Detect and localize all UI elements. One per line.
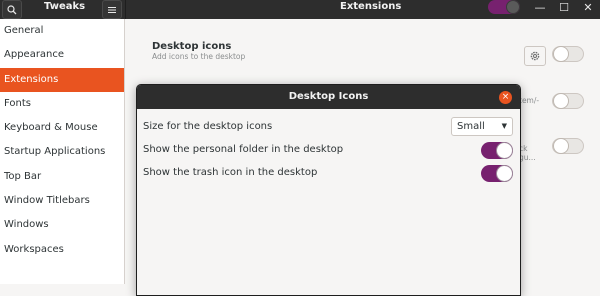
menu-button[interactable] — [102, 0, 122, 19]
sidebar-item-extensions[interactable]: Extensions — [0, 67, 124, 92]
switch-knob — [553, 46, 569, 62]
switch-knob — [553, 93, 569, 109]
sidebar-item-fonts[interactable]: Fonts — [0, 92, 124, 116]
icon-size-dropdown[interactable]: Small ▼ — [451, 117, 513, 136]
desktop-icons-dialog: Desktop Icons × Size for the desktop ico… — [136, 84, 521, 296]
icon-size-value: Small — [457, 121, 485, 132]
extension-toggle-2[interactable] — [552, 93, 584, 109]
maximize-button[interactable]: ☐ — [557, 1, 571, 15]
extension-toggle-3[interactable] — [552, 138, 584, 154]
minimize-button[interactable]: — — [533, 1, 547, 15]
search-button[interactable] — [2, 0, 22, 19]
close-button[interactable]: ✕ — [581, 1, 595, 15]
personal-folder-label: Show the personal folder in the desktop — [143, 144, 344, 155]
gear-icon — [530, 51, 540, 61]
dropdown-arrow-icon: ▼ — [501, 122, 507, 130]
sidebar-item-appearance[interactable]: Appearance — [0, 43, 124, 67]
switch-knob — [496, 165, 513, 182]
trash-icon-toggle[interactable] — [481, 165, 513, 182]
sidebar-item-startup-applications[interactable]: Startup Applications — [0, 140, 124, 164]
close-icon: × — [501, 92, 510, 102]
page-title: Extensions — [340, 1, 402, 12]
sidebar-item-keyboard-mouse[interactable]: Keyboard & Mouse — [0, 116, 124, 140]
trash-icon-label: Show the trash icon in the desktop — [143, 167, 318, 178]
sidebar-item-general[interactable]: General — [0, 19, 124, 43]
search-icon — [7, 4, 17, 14]
sidebar-item-windows[interactable]: Windows — [0, 213, 124, 237]
extension-partial-text: gu... — [519, 153, 536, 162]
header-separator — [125, 0, 126, 19]
switch-knob — [506, 0, 520, 14]
icon-size-label: Size for the desktop icons — [143, 121, 273, 132]
dialog-close-button[interactable]: × — [499, 91, 512, 104]
personal-folder-toggle[interactable] — [481, 142, 513, 159]
extension-settings-button[interactable] — [524, 46, 546, 66]
sidebar-item-top-bar[interactable]: Top Bar — [0, 165, 124, 189]
dialog-title: Desktop Icons — [288, 91, 369, 102]
extensions-global-switch[interactable] — [488, 0, 520, 14]
sidebar: General Appearance Extensions Fonts Keyb… — [0, 19, 125, 284]
sidebar-item-workspaces[interactable]: Workspaces — [0, 238, 124, 262]
switch-knob — [496, 142, 513, 159]
header-bar: Tweaks Extensions — ☐ ✕ — [0, 0, 600, 19]
hamburger-menu-icon — [108, 6, 116, 13]
dialog-header: Desktop Icons × — [137, 85, 520, 109]
app-title: Tweaks — [44, 1, 86, 12]
extension-description: Add icons to the desktop — [152, 52, 246, 61]
extension-partial-text: tem/- — [519, 96, 540, 105]
extension-toggle[interactable] — [552, 46, 584, 62]
extension-title: Desktop icons — [152, 41, 232, 52]
sidebar-item-window-titlebars[interactable]: Window Titlebars — [0, 189, 124, 213]
switch-knob — [553, 138, 569, 154]
